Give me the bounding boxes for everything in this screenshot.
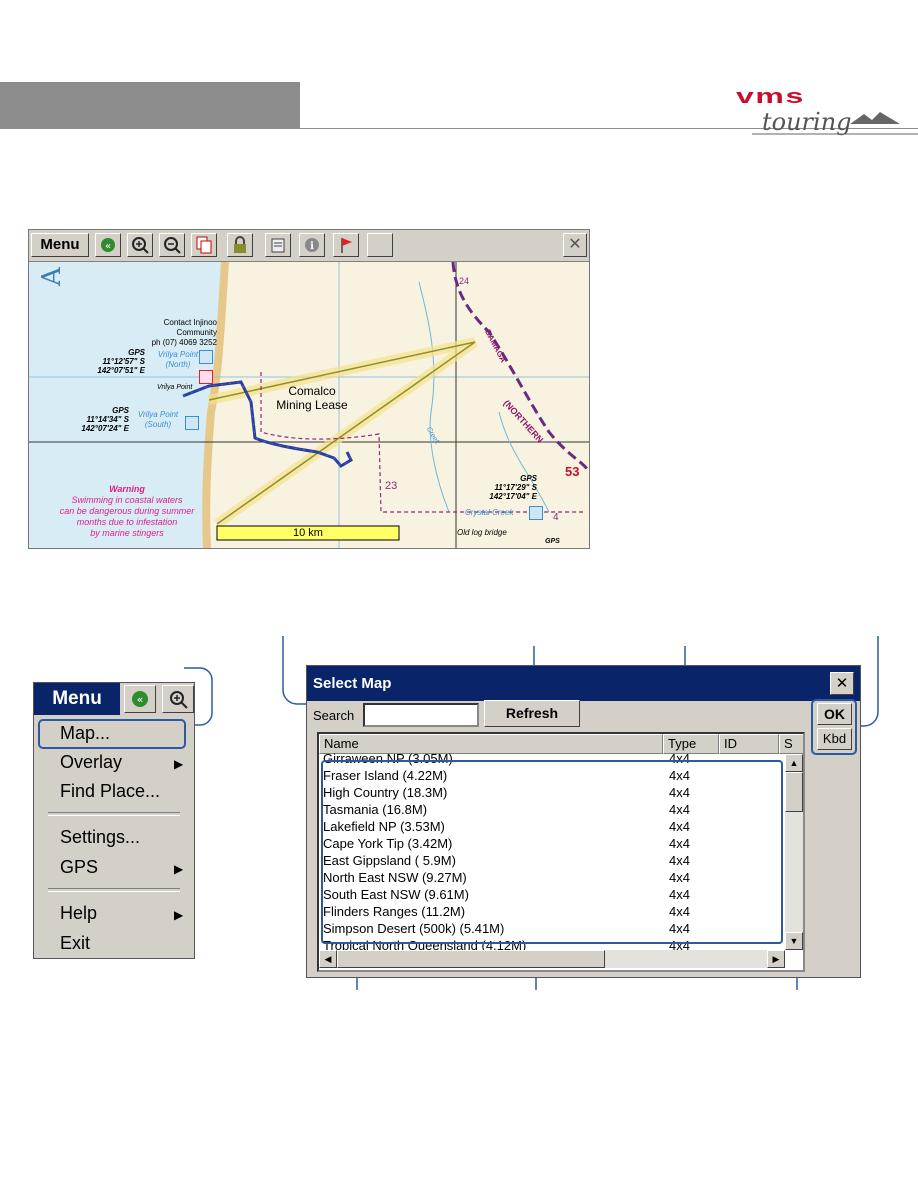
menu-title[interactable]: Menu bbox=[34, 683, 120, 715]
scroll-up-icon[interactable]: ▲ bbox=[785, 754, 803, 772]
list-highlight bbox=[321, 760, 783, 944]
scroll-left-icon[interactable]: ◀ bbox=[319, 950, 337, 968]
map-list[interactable]: Name Type ID S Girraween NP (3.05M) 4x4 F… bbox=[317, 732, 805, 972]
menu-separator bbox=[48, 888, 180, 892]
menu-screenshot: Menu « Map... Overlay ▶ Find Place... Se… bbox=[33, 682, 195, 959]
submenu-arrow-icon: ▶ bbox=[174, 908, 184, 922]
menu-item-exit[interactable]: Exit bbox=[60, 933, 90, 954]
menu-item-settings[interactable]: Settings... bbox=[60, 827, 140, 848]
refresh-button[interactable]: Refresh bbox=[484, 700, 580, 727]
menu-item-gps[interactable]: GPS bbox=[60, 857, 98, 878]
scroll-thumb-horizontal[interactable] bbox=[337, 950, 605, 968]
menu-separator bbox=[48, 812, 180, 816]
menu-item-map[interactable]: Map... bbox=[60, 723, 110, 744]
callout-lines bbox=[184, 636, 879, 990]
dialog-title-bar: Select Map bbox=[307, 666, 860, 701]
scroll-right-icon[interactable]: ▶ bbox=[767, 950, 785, 968]
zoom-in-icon[interactable] bbox=[162, 685, 194, 713]
select-map-dialog: Select Map ✕ Search Refresh OK Kbd Name … bbox=[306, 665, 861, 978]
scroll-down-icon[interactable]: ▼ bbox=[785, 932, 803, 950]
menu-item-find-place[interactable]: Find Place... bbox=[60, 781, 160, 802]
horizontal-scrollbar[interactable]: ◀ ▶ bbox=[319, 950, 785, 968]
back-icon[interactable]: « bbox=[124, 685, 156, 713]
close-icon[interactable]: ✕ bbox=[830, 672, 854, 695]
search-label: Search bbox=[313, 708, 355, 723]
vertical-scrollbar[interactable]: ▲ ▼ bbox=[785, 754, 803, 950]
submenu-arrow-icon: ▶ bbox=[174, 862, 184, 876]
svg-text:«: « bbox=[137, 693, 144, 706]
submenu-arrow-icon: ▶ bbox=[174, 757, 184, 771]
menu-item-help[interactable]: Help bbox=[60, 903, 97, 924]
kbd-button[interactable]: Kbd bbox=[817, 728, 852, 750]
scroll-thumb[interactable] bbox=[785, 772, 803, 812]
search-input[interactable] bbox=[363, 703, 479, 727]
menu-item-overlay[interactable]: Overlay bbox=[60, 752, 122, 773]
dialog-title: Select Map bbox=[313, 675, 392, 692]
ok-button[interactable]: OK bbox=[817, 703, 852, 725]
